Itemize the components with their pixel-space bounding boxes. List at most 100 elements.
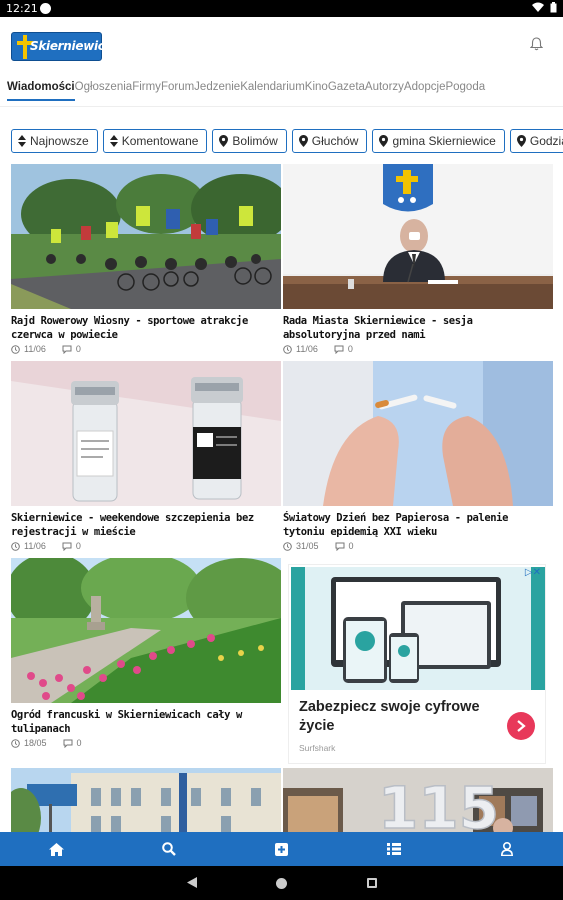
system-nav-bar xyxy=(0,866,563,900)
app-logo[interactable]: Skierniewice xyxy=(11,32,113,61)
article-date: 11/06 xyxy=(296,344,318,354)
article-title: Skierniewice - weekendowe szczepienia be… xyxy=(11,512,254,538)
filter-chips: Najnowsze Komentowane Bolimów Głuchów gm… xyxy=(11,129,563,153)
nav-account[interactable] xyxy=(487,832,527,866)
ad-go-button[interactable] xyxy=(507,712,535,740)
battery-icon xyxy=(550,2,557,13)
clock-icon xyxy=(283,541,292,551)
user-icon xyxy=(500,842,513,856)
ad-devices-image xyxy=(291,567,545,690)
article-meta: 31/05 0 xyxy=(283,541,553,551)
nav-list[interactable] xyxy=(374,832,414,866)
tab-autorzy[interactable]: Autorzy xyxy=(365,72,404,93)
filter-bolimow[interactable]: Bolimów xyxy=(212,129,287,153)
svg-text:115: 115 xyxy=(378,774,499,832)
comment-icon xyxy=(63,739,73,748)
sort-icon xyxy=(109,135,118,147)
tabs-divider xyxy=(0,106,563,107)
home-button-icon[interactable] xyxy=(276,878,287,889)
nav-home[interactable] xyxy=(36,832,76,866)
map-marker-icon xyxy=(219,135,229,147)
ad-close-icon[interactable]: ▷✕ xyxy=(525,567,541,578)
article-date: 31/05 xyxy=(296,541,319,551)
status-bar: 12:21 xyxy=(0,0,563,17)
app-bar: Skierniewice xyxy=(0,17,563,72)
ad-brand: Surfshark xyxy=(299,743,336,753)
broken-cigarette-photo xyxy=(283,361,553,506)
filter-gluchow[interactable]: Głuchów xyxy=(291,129,368,153)
building-photo xyxy=(11,768,281,832)
map-marker-icon xyxy=(298,135,308,147)
article-card[interactable] xyxy=(11,768,281,832)
article-card[interactable]: Rajd Rowerowy Wiosny - sportowe atrakcje… xyxy=(11,164,281,354)
filter-label: Bolimów xyxy=(232,134,278,148)
sort-icon xyxy=(18,135,26,147)
article-title: Rada Miasta Skierniewice - sesja absolut… xyxy=(283,315,473,341)
tab-pogoda[interactable]: Pogoda xyxy=(445,72,485,93)
comment-icon xyxy=(335,542,345,551)
plus-square-icon xyxy=(274,842,288,856)
article-card[interactable]: 115 xyxy=(283,768,553,832)
clock-icon xyxy=(11,738,20,748)
tab-forum[interactable]: Forum xyxy=(161,72,194,93)
tab-firmy[interactable]: Firmy xyxy=(132,72,161,93)
article-meta: 11/06 0 xyxy=(11,541,281,551)
news-feed: Rajd Rowerowy Wiosny - sportowe atrakcje… xyxy=(11,164,553,832)
tab-ogloszenia[interactable]: Ogłoszenia xyxy=(75,72,133,93)
status-time: 12:21 xyxy=(6,2,38,15)
home-icon xyxy=(48,842,64,856)
article-card[interactable]: Światowy Dzień bez Papierosa - palenie t… xyxy=(283,361,553,551)
article-meta: 11/06 0 xyxy=(283,344,553,354)
filter-komentowane[interactable]: Komentowane xyxy=(102,129,208,153)
cyclists-photo xyxy=(11,164,281,309)
search-icon xyxy=(162,842,176,856)
article-title: Ogród francuski w Skierniewicach cały w … xyxy=(11,709,242,735)
nav-search[interactable] xyxy=(149,832,189,866)
notification-icon xyxy=(40,3,51,14)
recent-apps-icon[interactable] xyxy=(367,878,377,888)
article-comments: 0 xyxy=(75,344,81,354)
comment-icon xyxy=(334,345,344,354)
filter-gmina-skierniewice[interactable]: gmina Skierniewice xyxy=(372,129,505,153)
comment-icon xyxy=(62,345,72,354)
filter-label: Najnowsze xyxy=(30,134,89,148)
list-icon xyxy=(387,843,402,855)
article-title: Światowy Dzień bez Papierosa - palenie t… xyxy=(283,512,509,538)
bottom-nav xyxy=(0,832,563,866)
tab-adopcje[interactable]: Adopcje xyxy=(404,72,446,93)
wifi-icon xyxy=(532,2,544,12)
article-date: 11/06 xyxy=(24,344,46,354)
article-card[interactable]: Rada Miasta Skierniewice - sesja absolut… xyxy=(283,164,553,354)
article-card[interactable]: Ogród francuski w Skierniewicach cały w … xyxy=(11,558,281,748)
tab-kino[interactable]: Kino xyxy=(305,72,328,93)
city-council-photo xyxy=(283,164,553,309)
ad-title: Zabezpiecz swoje cyfrowe życie xyxy=(299,699,480,734)
category-tabs: Wiadomości Ogłoszenia Firmy Forum Jedzen… xyxy=(0,72,563,106)
anniversary-photo: 115 xyxy=(283,768,553,832)
article-meta: 18/05 0 xyxy=(11,738,281,748)
filter-label: Godzianów xyxy=(529,134,563,148)
logo-text: Skierniewice xyxy=(30,39,113,53)
article-date: 11/06 xyxy=(24,541,46,551)
filter-label: Głuchów xyxy=(311,134,359,148)
tab-wiadomosci[interactable]: Wiadomości xyxy=(7,72,75,101)
ad-banner[interactable]: ▷✕ Zabezpiecz swoje cyfrowe życie Surfsh… xyxy=(288,564,546,764)
tab-kalendarium[interactable]: Kalendarium xyxy=(240,72,305,93)
tab-gazeta[interactable]: Gazeta xyxy=(328,72,365,93)
map-marker-icon xyxy=(379,135,389,147)
back-icon[interactable] xyxy=(187,877,197,888)
article-date: 18/05 xyxy=(24,738,47,748)
article-meta: 11/06 0 xyxy=(11,344,281,354)
filter-najnowsze[interactable]: Najnowsze xyxy=(11,129,98,153)
vaccine-vials-photo xyxy=(11,361,281,506)
map-marker-icon xyxy=(516,135,526,147)
tab-jedzenie[interactable]: Jedzenie xyxy=(194,72,240,93)
article-card[interactable]: Skierniewice - weekendowe szczepienia be… xyxy=(11,361,281,551)
article-comments: 0 xyxy=(347,344,353,354)
clock-icon xyxy=(11,541,20,551)
bell-icon[interactable] xyxy=(530,37,543,51)
nav-add[interactable] xyxy=(261,832,301,866)
article-comments: 0 xyxy=(75,541,81,551)
filter-godzianow[interactable]: Godzianów xyxy=(509,129,563,153)
filter-label: gmina Skierniewice xyxy=(392,134,496,148)
